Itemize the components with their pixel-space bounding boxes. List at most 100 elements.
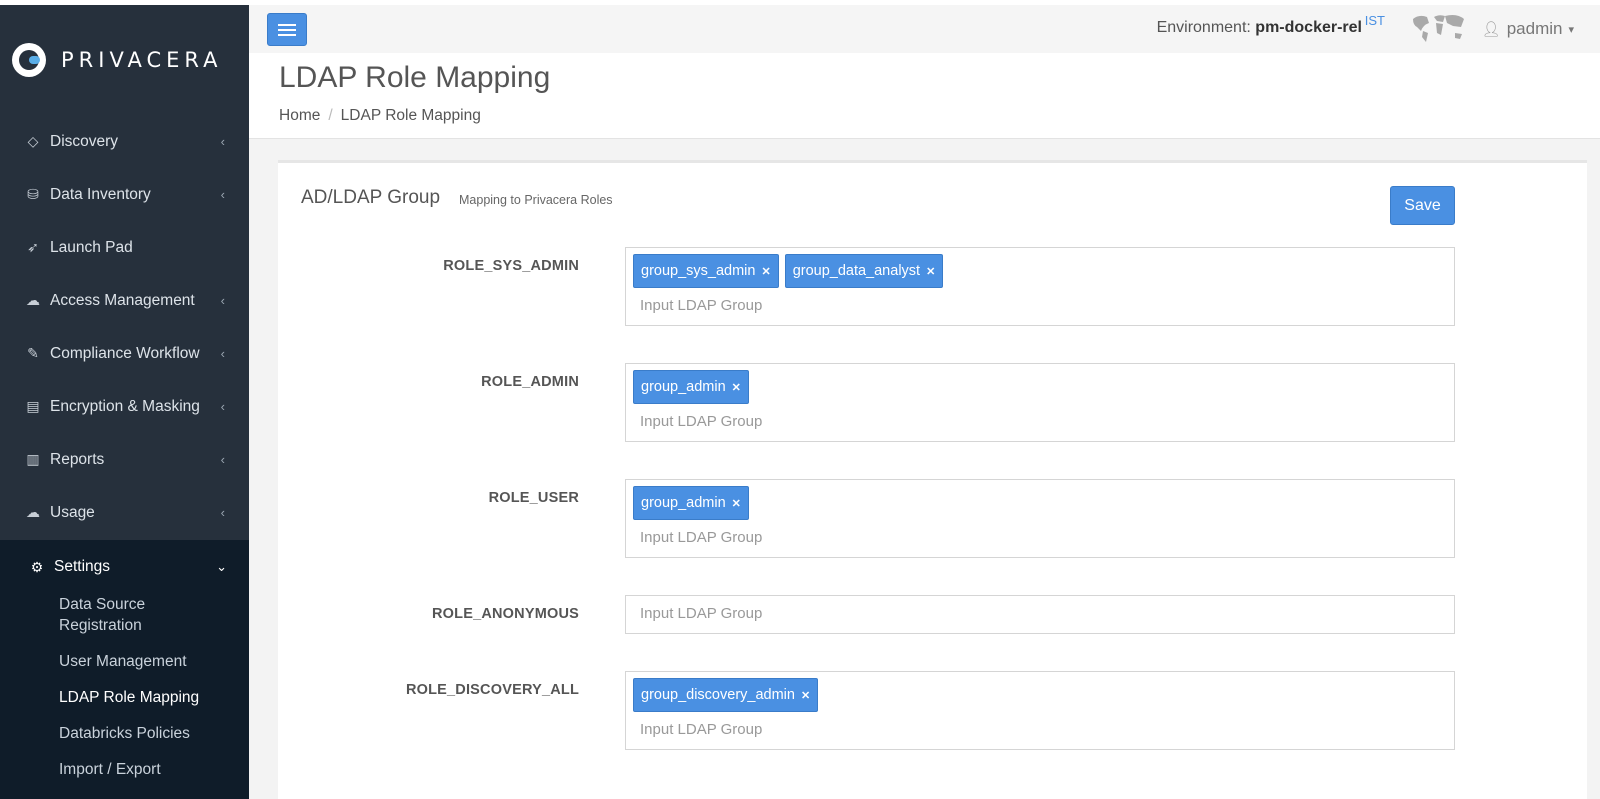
breadcrumb-home[interactable]: Home: [279, 107, 320, 124]
database-icon: ⛁: [27, 186, 39, 202]
diamond-icon: ◇: [27, 133, 39, 149]
chevron-left-icon: ‹: [220, 346, 225, 361]
report-icon: ▥: [26, 451, 40, 467]
role-label: ROLE_USER: [488, 490, 579, 506]
hamburger-line: [278, 28, 296, 31]
page-title: LDAP Role Mapping: [279, 61, 551, 94]
remove-tag-icon[interactable]: ✕: [732, 497, 741, 510]
menu-toggle-button[interactable]: [267, 13, 307, 46]
panel-subtitle: Mapping to Privacera Roles: [459, 193, 613, 207]
remove-tag-icon[interactable]: ✕: [801, 689, 810, 702]
brand-name: PRIVACERA: [61, 48, 223, 72]
group-tag: group_sys_admin ✕: [633, 254, 779, 288]
sidebar-item-settings[interactable]: ⚙ Settings ⌄: [0, 540, 249, 594]
group-input-placeholder[interactable]: Input LDAP Group: [633, 712, 1454, 746]
sidebar-item-label: Access Management: [50, 291, 195, 309]
group-tag-label: group_data_analyst: [792, 263, 921, 279]
cloud-icon: ☁: [26, 292, 40, 308]
sidebar-item-launch-pad[interactable]: ➶ Launch Pad: [0, 221, 249, 274]
world-map-icon[interactable]: [1409, 11, 1467, 45]
sidebar-settings-group: ⚙ Settings ⌄ Data Source Registration Us…: [0, 540, 249, 799]
sidebar-subitem-databricks-policies[interactable]: Databricks Policies: [0, 723, 249, 744]
chevron-left-icon: ‹: [220, 187, 225, 202]
sidebar-item-label: Settings: [54, 558, 111, 575]
ldap-mapping-panel: AD/LDAP Group Mapping to Privacera Roles…: [278, 160, 1587, 799]
username: padmin: [1506, 19, 1563, 38]
sidebar-item-label: Reports: [50, 450, 105, 468]
group-tag: group_admin ✕: [633, 370, 749, 404]
chevron-left-icon: ‹: [220, 452, 225, 467]
sidebar-item-data-inventory[interactable]: ⛁ Data Inventory ‹: [0, 168, 249, 221]
sidebar-item-compliance-workflow[interactable]: ✎ Compliance Workflow ‹: [0, 327, 249, 380]
remove-tag-icon[interactable]: ✕: [926, 265, 935, 278]
chevron-down-icon: ⌄: [216, 559, 227, 574]
role-group-input[interactable]: group_sys_admin ✕ group_data_analyst ✕ Inp…: [625, 247, 1455, 326]
role-group-input[interactable]: group_admin ✕ Input LDAP Group: [625, 363, 1455, 442]
top-bar: Environment: pm-docker-rel IST 👤︎ padmin…: [249, 0, 1600, 53]
role-label: ROLE_ADMIN: [481, 374, 579, 390]
group-tag: group_data_analyst ✕: [784, 254, 944, 288]
role-group-input[interactable]: group_discovery_admin ✕ Input LDAP Group: [625, 671, 1455, 750]
panel-title: AD/LDAP Group: [301, 187, 441, 208]
group-tag-label: group_discovery_admin: [641, 687, 795, 703]
hamburger-line: [278, 23, 296, 26]
file-edit-icon: ✎: [27, 345, 39, 361]
role-label: ROLE_DISCOVERY_ALL: [405, 682, 579, 698]
tag-list: group_sys_admin ✕ group_data_analyst ✕: [633, 254, 1454, 288]
group-tag-label: group_sys_admin: [641, 263, 756, 279]
hamburger-line: [278, 33, 296, 36]
save-button[interactable]: Save: [1390, 186, 1455, 225]
sidebar-item-reports[interactable]: ▥ Reports ‹: [0, 433, 249, 486]
page-header: LDAP Role Mapping Home / LDAP Role Mapping: [249, 53, 1600, 139]
user-icon: 👤︎: [1481, 21, 1501, 38]
sidebar-subitem-ldap-role-mapping[interactable]: LDAP Role Mapping: [0, 687, 249, 708]
privacera-logo-icon: [12, 43, 46, 77]
group-tag: group_admin ✕: [633, 486, 749, 520]
group-input-placeholder[interactable]: Input LDAP Group: [633, 596, 1454, 630]
group-input-placeholder[interactable]: Input LDAP Group: [633, 520, 1454, 554]
breadcrumb-separator: /: [328, 107, 333, 124]
sidebar-item-label: Discovery: [50, 132, 119, 150]
remove-tag-icon[interactable]: ✕: [732, 381, 741, 394]
group-input-placeholder[interactable]: Input LDAP Group: [633, 404, 1454, 438]
sidebar-item-label: Usage: [50, 503, 95, 521]
remove-tag-icon[interactable]: ✕: [761, 265, 770, 278]
caret-down-icon: ▾: [1568, 23, 1574, 36]
chevron-left-icon: ‹: [220, 399, 225, 414]
sidebar-item-label: Compliance Workflow: [50, 344, 200, 362]
file-lock-icon: ▤: [26, 398, 40, 414]
sidebar-item-usage[interactable]: ☁ Usage ‹: [0, 486, 249, 539]
environment-label: Environment:: [1156, 19, 1251, 36]
sidebar-item-label: Data Inventory: [50, 185, 151, 203]
tag-list: group_admin ✕: [633, 370, 1454, 404]
rocket-icon: ➶: [27, 239, 39, 255]
role-group-input[interactable]: Input LDAP Group: [625, 595, 1455, 634]
sidebar-item-discovery[interactable]: ◇ Discovery ‹: [0, 115, 249, 168]
tag-list: group_discovery_admin ✕: [633, 678, 1454, 712]
group-input-placeholder[interactable]: Input LDAP Group: [633, 288, 1454, 322]
environment-value: pm-docker-rel: [1255, 19, 1362, 36]
role-label: ROLE_ANONYMOUS: [431, 606, 579, 622]
tag-list: group_admin ✕: [633, 486, 1454, 520]
chevron-left-icon: ‹: [220, 505, 225, 520]
timezone-label: IST: [1364, 13, 1385, 28]
sidebar-item-encryption-masking[interactable]: ▤ Encryption & Masking ‹: [0, 380, 249, 433]
sidebar-item-label: Launch Pad: [50, 238, 133, 256]
breadcrumb: Home / LDAP Role Mapping: [279, 107, 481, 125]
gear-icon: ⚙: [30, 558, 44, 575]
user-menu[interactable]: 👤︎ padmin ▾: [1482, 19, 1574, 39]
role-group-input[interactable]: group_admin ✕ Input LDAP Group: [625, 479, 1455, 558]
group-tag: group_discovery_admin ✕: [633, 678, 819, 712]
sidebar-item-label: Encryption & Masking: [50, 397, 200, 415]
group-tag-label: group_admin: [641, 379, 726, 395]
chevron-left-icon: ‹: [220, 134, 225, 149]
sidebar: PRIVACERA ◇ Discovery ‹ ⛁ Data Inventory…: [0, 0, 249, 799]
sidebar-subitem-user-management[interactable]: User Management: [0, 651, 249, 672]
sidebar-item-access-management[interactable]: ☁ Access Management ‹: [0, 274, 249, 327]
sidebar-subitem-import-export[interactable]: Import / Export: [0, 759, 249, 780]
environment-indicator: Environment: pm-docker-rel: [1157, 19, 1362, 37]
sidebar-subitem-data-source-registration[interactable]: Data Source Registration: [0, 594, 160, 636]
brand[interactable]: PRIVACERA: [0, 5, 249, 115]
breadcrumb-current: LDAP Role Mapping: [340, 107, 481, 124]
group-tag-label: group_admin: [641, 495, 726, 511]
